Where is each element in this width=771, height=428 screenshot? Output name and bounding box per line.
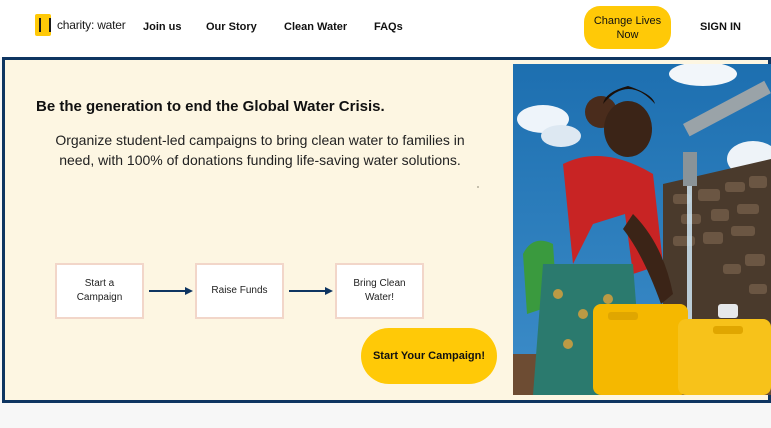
start-your-campaign-button[interactable]: Start Your Campaign!	[361, 328, 497, 384]
hero-headline: Be the generation to end the Global Wate…	[36, 98, 385, 115]
hero-photo-children-with-water	[513, 64, 771, 395]
step-start-campaign: Start a Campaign	[55, 263, 144, 319]
change-lives-now-button[interactable]: Change Lives Now	[584, 6, 671, 49]
hero-subtext: Organize student-led campaigns to bring …	[55, 132, 465, 168]
right-arrow-icon	[289, 287, 333, 295]
brand-logo[interactable]: charity: water	[35, 14, 126, 36]
sign-in-link[interactable]: SIGN IN	[700, 21, 741, 33]
step-bring-clean-water: Bring Clean Water!	[335, 263, 424, 319]
step-raise-funds: Raise Funds	[195, 263, 284, 319]
hero-section: Be the generation to end the Global Wate…	[2, 57, 771, 403]
top-navbar: charity: water Join us Our Story Clean W…	[0, 0, 771, 57]
right-arrow-icon	[149, 287, 193, 295]
nav-link-clean-water[interactable]: Clean Water	[284, 21, 347, 33]
jerrycan-logo-icon	[35, 14, 51, 36]
nav-link-faqs[interactable]: FAQs	[374, 21, 403, 33]
brand-name: charity: water	[57, 18, 126, 32]
decorative-dot	[477, 186, 479, 188]
nav-link-our-story[interactable]: Our Story	[206, 21, 257, 33]
nav-link-join-us[interactable]: Join us	[143, 21, 182, 33]
